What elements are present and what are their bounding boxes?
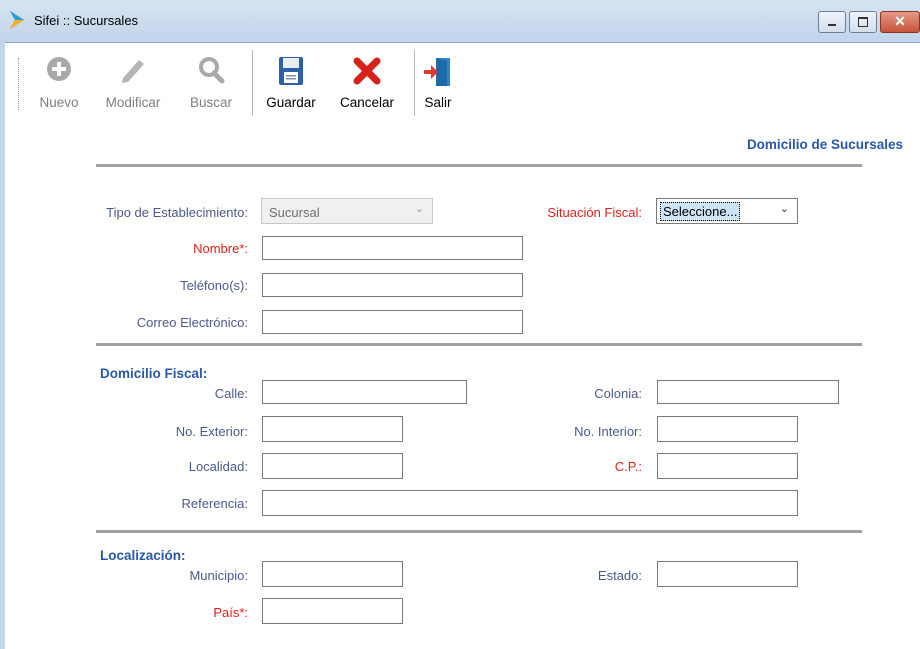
edit-icon [122, 60, 144, 83]
no-exterior-label: No. Exterior: [175, 424, 248, 439]
close-button[interactable]: ✕ [880, 11, 920, 33]
no-exterior-input[interactable] [262, 416, 403, 442]
telefono-input[interactable] [262, 273, 523, 297]
maximize-button[interactable] [849, 11, 877, 33]
minimize-icon [828, 24, 836, 26]
telefono-label: Teléfono(s): [180, 278, 248, 293]
toolbar-separator [414, 50, 415, 116]
domicilio-fiscal-title: Domicilio Fiscal: [100, 366, 208, 381]
pais-input[interactable] [262, 598, 403, 624]
estado-input[interactable] [657, 561, 798, 587]
nuevo-button[interactable]: Nuevo [30, 48, 88, 116]
municipio-label: Municipio: [189, 568, 248, 583]
situacion-fiscal-label: Situación Fiscal: [547, 205, 642, 220]
exit-icon [424, 58, 450, 86]
pais-label: País*: [213, 605, 248, 620]
divider [96, 164, 862, 167]
nombre-label: Nombre*: [193, 241, 248, 256]
calle-input[interactable] [262, 380, 467, 404]
minimize-button[interactable] [818, 11, 846, 33]
cancelar-button[interactable]: Cancelar [330, 48, 404, 116]
tipo-establecimiento-label: Tipo de Establecimiento: [106, 205, 248, 220]
correo-label: Correo Electrónico: [136, 315, 248, 330]
cp-input[interactable] [657, 453, 798, 479]
situacion-fiscal-value: Seleccione... [660, 202, 741, 221]
maximize-icon [858, 17, 868, 27]
search-icon [199, 57, 225, 84]
guardar-button[interactable]: Guardar [258, 48, 324, 116]
cancelar-label: Cancelar [339, 95, 395, 110]
colonia-label: Colonia: [594, 386, 642, 401]
buscar-button[interactable]: Buscar [180, 48, 242, 116]
cp-label: C.P.: [614, 459, 642, 474]
divider [96, 343, 862, 346]
app-logo-icon [10, 11, 24, 29]
chevron-down-icon: ⌄ [414, 203, 424, 215]
nuevo-label: Nuevo [39, 95, 79, 110]
tipo-establecimiento-select[interactable]: Sucursal ⌄ [261, 198, 433, 224]
estado-label: Estado: [597, 568, 642, 583]
save-icon [279, 57, 303, 85]
cancel-icon [353, 57, 381, 85]
salir-button[interactable]: Salir [418, 48, 458, 116]
divider [96, 530, 862, 533]
chevron-down-icon: ⌄ [779, 203, 789, 215]
toolbar-grip[interactable] [18, 58, 21, 110]
no-interior-input[interactable] [657, 416, 798, 442]
nombre-input[interactable] [262, 236, 523, 260]
localidad-label: Localidad: [188, 459, 248, 474]
modificar-button[interactable]: Modificar [90, 48, 176, 116]
salir-label: Salir [424, 95, 452, 110]
referencia-input[interactable] [262, 490, 798, 516]
guardar-label: Guardar [266, 95, 316, 110]
buscar-label: Buscar [189, 95, 233, 110]
close-icon: ✕ [894, 13, 906, 29]
no-interior-label: No. Interior: [574, 424, 642, 439]
page-title: Domicilio de Sucursales [746, 137, 903, 152]
localidad-input[interactable] [262, 453, 403, 479]
modificar-label: Modificar [105, 95, 161, 110]
situacion-fiscal-select[interactable]: Seleccione... ⌄ [656, 198, 798, 224]
window-title: Sifei :: Sucursales [34, 13, 139, 28]
calle-label: Calle: [214, 386, 248, 401]
correo-input[interactable] [262, 310, 523, 334]
toolbar-separator [252, 50, 253, 116]
tipo-establecimiento-value: Sucursal [269, 205, 320, 220]
colonia-input[interactable] [657, 380, 839, 404]
add-icon [47, 57, 71, 81]
municipio-input[interactable] [262, 561, 403, 587]
referencia-label: Referencia: [181, 496, 248, 511]
localizacion-title: Localización: [100, 548, 186, 563]
window-left-border [0, 42, 5, 649]
